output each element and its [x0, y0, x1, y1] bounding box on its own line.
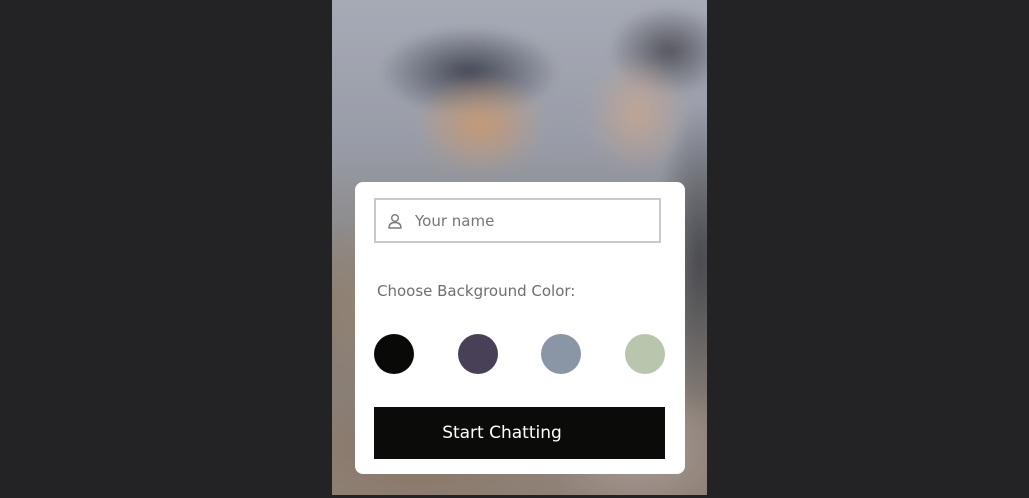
user-icon [388, 213, 402, 229]
name-input[interactable] [415, 211, 645, 230]
choose-color-label: Choose Background Color: [377, 282, 576, 300]
color-swatch-black[interactable] [374, 334, 414, 374]
start-chatting-label: Start Chatting [442, 423, 562, 443]
start-chatting-button[interactable]: Start Chatting [374, 407, 665, 459]
app-screen: Choose Background Color: Start Chatting [332, 0, 707, 495]
color-swatch-green[interactable] [625, 334, 665, 374]
color-swatch-purple[interactable] [458, 334, 498, 374]
color-swatch-grey[interactable] [541, 334, 581, 374]
name-field[interactable] [374, 198, 661, 243]
start-card: Choose Background Color: Start Chatting [355, 182, 685, 474]
